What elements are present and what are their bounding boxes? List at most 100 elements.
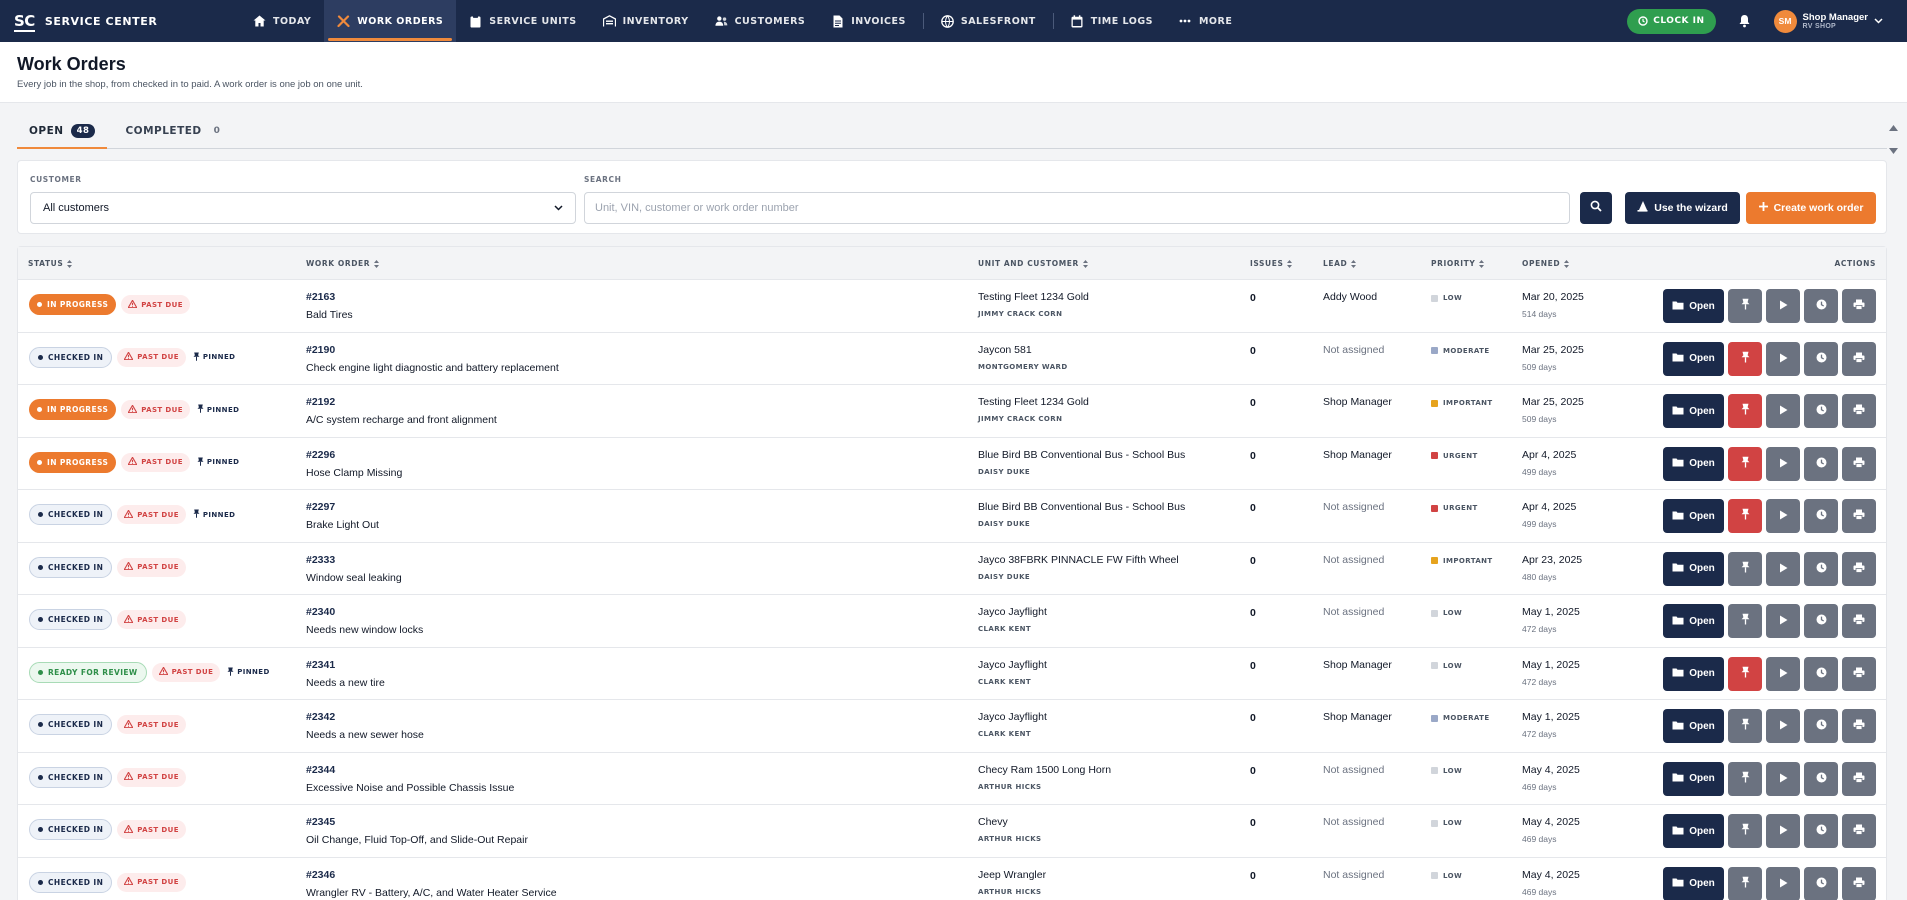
col-unit-customer[interactable]: UNIT AND CUSTOMER <box>978 247 1088 280</box>
clock-in-button[interactable]: CLOCK IN <box>1627 8 1716 34</box>
work-order-number[interactable]: #2296 <box>306 449 402 461</box>
time-log-button[interactable] <box>1804 551 1838 586</box>
start-button[interactable] <box>1766 551 1800 586</box>
customer-select[interactable]: All customers <box>30 192 576 224</box>
col-status[interactable]: STATUS <box>28 247 73 280</box>
work-order-number[interactable]: #2297 <box>306 501 379 513</box>
nav-item-time-logs[interactable]: TIME LOGS <box>1058 0 1166 42</box>
pin-button[interactable] <box>1728 551 1762 586</box>
table-row[interactable]: IN PROGRESS PAST DUE #2163 Bald Tires Te… <box>18 280 1886 333</box>
table-row[interactable]: CHECKED IN PAST DUE PINNED #2190 Check e… <box>18 333 1886 385</box>
avatar[interactable]: SM <box>1773 9 1797 33</box>
open-button[interactable]: Open <box>1663 761 1724 796</box>
work-order-number[interactable]: #2342 <box>306 711 424 723</box>
start-button[interactable] <box>1766 499 1800 533</box>
time-log-button[interactable] <box>1804 709 1838 743</box>
table-row[interactable]: IN PROGRESS PAST DUE PINNED #2192 A/C sy… <box>18 385 1886 438</box>
print-button[interactable] <box>1842 761 1876 796</box>
nav-item-today[interactable]: TODAY <box>240 0 324 42</box>
tab-completed[interactable]: COMPLETED 0 <box>113 113 232 148</box>
search-input[interactable] <box>584 192 1570 224</box>
work-order-number[interactable]: #2190 <box>306 344 559 356</box>
work-order-number[interactable]: #2345 <box>306 816 528 828</box>
work-order-number[interactable]: #2192 <box>306 396 497 408</box>
print-button[interactable] <box>1842 656 1876 691</box>
start-button[interactable] <box>1766 446 1800 481</box>
table-row[interactable]: CHECKED IN PAST DUE #2344 Excessive Nois… <box>18 753 1886 805</box>
pin-button[interactable] <box>1728 499 1762 533</box>
brand[interactable]: SC SERVICE CENTER <box>0 0 240 42</box>
table-row[interactable]: READY FOR REVIEW PAST DUE PINNED #2341 N… <box>18 648 1886 700</box>
print-button[interactable] <box>1842 446 1876 481</box>
time-log-button[interactable] <box>1804 341 1838 376</box>
use-wizard-button[interactable]: Use the wizard <box>1625 192 1740 224</box>
start-button[interactable] <box>1766 866 1800 900</box>
nav-item-work-orders[interactable]: WORK ORDERS <box>324 0 457 42</box>
scroll-down-icon[interactable] <box>1889 141 1898 159</box>
open-button[interactable]: Open <box>1663 499 1724 533</box>
bell-icon[interactable] <box>1738 14 1752 28</box>
user-menu[interactable]: Shop Manager RV SHOP <box>1803 12 1868 30</box>
col-lead[interactable]: LEAD <box>1323 247 1357 280</box>
time-log-button[interactable] <box>1804 289 1838 323</box>
print-button[interactable] <box>1842 814 1876 848</box>
nav-item-inventory[interactable]: INVENTORY <box>590 0 702 42</box>
open-button[interactable]: Open <box>1663 446 1724 481</box>
time-log-button[interactable] <box>1804 499 1838 533</box>
nav-item-more[interactable]: MORE <box>1166 0 1245 42</box>
time-log-button[interactable] <box>1804 394 1838 428</box>
search-button[interactable] <box>1580 192 1612 224</box>
start-button[interactable] <box>1766 604 1800 638</box>
print-button[interactable] <box>1842 551 1876 586</box>
pin-button[interactable] <box>1728 709 1762 743</box>
nav-item-salesfront[interactable]: SALESFRONT <box>928 0 1049 42</box>
work-order-number[interactable]: #2163 <box>306 291 353 303</box>
work-order-number[interactable]: #2346 <box>306 869 557 881</box>
work-order-number[interactable]: #2341 <box>306 659 385 671</box>
table-row[interactable]: CHECKED IN PAST DUE PINNED #2297 Brake L… <box>18 490 1886 543</box>
time-log-button[interactable] <box>1804 761 1838 796</box>
nav-item-customers[interactable]: CUSTOMERS <box>702 0 819 42</box>
open-button[interactable]: Open <box>1663 604 1724 638</box>
tab-open[interactable]: OPEN 48 <box>17 113 108 149</box>
print-button[interactable] <box>1842 499 1876 533</box>
open-button[interactable]: Open <box>1663 289 1724 323</box>
open-button[interactable]: Open <box>1663 814 1724 848</box>
table-row[interactable]: IN PROGRESS PAST DUE PINNED #2296 Hose C… <box>18 438 1886 490</box>
table-row[interactable]: CHECKED IN PAST DUE #2342 Needs a new se… <box>18 700 1886 753</box>
pin-button[interactable] <box>1728 604 1762 638</box>
table-row[interactable]: CHECKED IN PAST DUE #2346 Wrangler RV - … <box>18 858 1886 900</box>
create-work-order-button[interactable]: Create work order <box>1746 192 1876 224</box>
work-order-number[interactable]: #2344 <box>306 764 514 776</box>
col-work-order[interactable]: WORK ORDER <box>306 247 380 280</box>
pin-button[interactable] <box>1728 814 1762 848</box>
pin-button[interactable] <box>1728 394 1762 428</box>
scroll-up-icon[interactable] <box>1889 118 1898 136</box>
start-button[interactable] <box>1766 394 1800 428</box>
pin-button[interactable] <box>1728 761 1762 796</box>
pin-button[interactable] <box>1728 866 1762 900</box>
open-button[interactable]: Open <box>1663 709 1724 743</box>
time-log-button[interactable] <box>1804 656 1838 691</box>
open-button[interactable]: Open <box>1663 551 1724 586</box>
time-log-button[interactable] <box>1804 446 1838 481</box>
table-row[interactable]: CHECKED IN PAST DUE #2345 Oil Change, Fl… <box>18 805 1886 858</box>
nav-item-invoices[interactable]: INVOICES <box>818 0 919 42</box>
col-priority[interactable]: PRIORITY <box>1431 247 1485 280</box>
print-button[interactable] <box>1842 709 1876 743</box>
start-button[interactable] <box>1766 814 1800 848</box>
pin-button[interactable] <box>1728 446 1762 481</box>
pin-button[interactable] <box>1728 656 1762 691</box>
open-button[interactable]: Open <box>1663 394 1724 428</box>
print-button[interactable] <box>1842 866 1876 900</box>
time-log-button[interactable] <box>1804 604 1838 638</box>
print-button[interactable] <box>1842 604 1876 638</box>
table-row[interactable]: CHECKED IN PAST DUE #2333 Window seal le… <box>18 543 1886 595</box>
open-button[interactable]: Open <box>1663 341 1724 376</box>
pin-button[interactable] <box>1728 341 1762 376</box>
pin-button[interactable] <box>1728 289 1762 323</box>
print-button[interactable] <box>1842 341 1876 376</box>
start-button[interactable] <box>1766 761 1800 796</box>
work-order-number[interactable]: #2340 <box>306 606 423 618</box>
start-button[interactable] <box>1766 289 1800 323</box>
